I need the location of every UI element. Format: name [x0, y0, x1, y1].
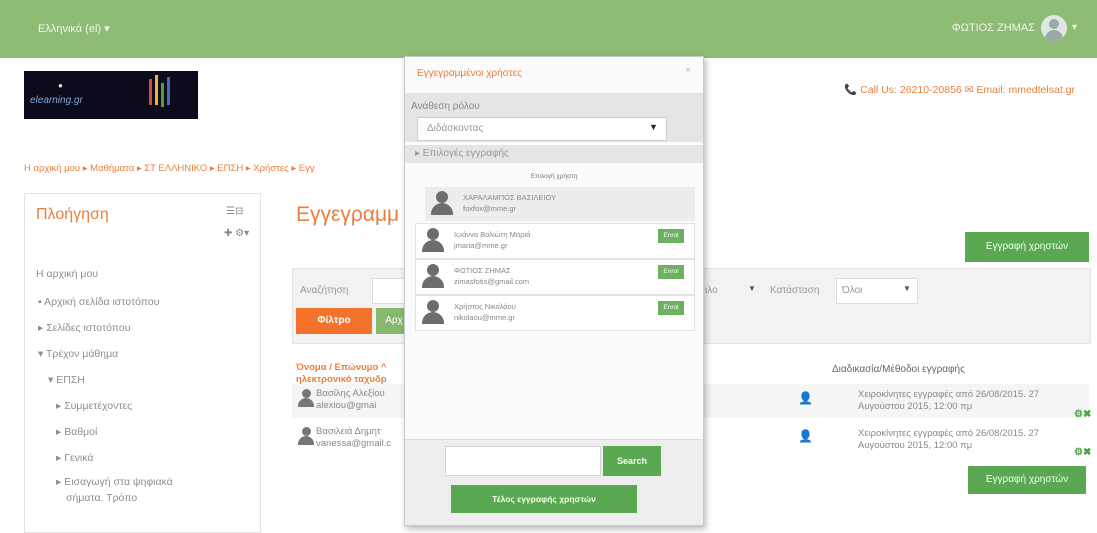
user-avatar — [298, 389, 314, 407]
nav-item-current-course[interactable]: ▾ Τρέχον μάθημα — [38, 348, 118, 360]
page-title: Εγγεγραμμ — [296, 203, 400, 226]
dialog-title: Εγγεγραμμένοι χρήστες — [417, 68, 523, 79]
user-name[interactable]: Βασίλης Αλεξίου — [316, 388, 385, 399]
status-select-value: Όλοι — [842, 285, 863, 296]
nav-item-grades[interactable]: ▸ Βαθμοί — [56, 426, 97, 438]
role-filter-select[interactable]: ιλο — [705, 285, 718, 296]
user-email: foxfox@mme.gr — [463, 204, 517, 213]
user-icon: 👤 — [798, 391, 813, 405]
user-list-item[interactable]: Χρήστος Νικολάου nikolaou@mme.gr Enrol — [415, 295, 695, 331]
nav-item-site-pages[interactable]: ▸ Σελίδες ιστοτόπου — [38, 322, 130, 334]
enrol-method: Χειροκίνητες εγγραφές από 26/08/2015. 27 — [858, 428, 1040, 439]
role-label: Ανάθεση ρόλου — [411, 101, 480, 112]
enrol-date: Αυγούστου 2015, 12:00 πμ — [858, 440, 973, 451]
user-email: zimasfotis@gmail.com — [454, 277, 530, 286]
user-name[interactable]: Βασιλειά Δημητ — [316, 426, 381, 437]
enrol-method: Χειροκίνητες εγγραφές από 26/08/2015. 27 — [858, 389, 1040, 400]
chevron-down-icon: ▼ — [903, 284, 911, 293]
user-name: Χρήστος Νικολάου — [454, 302, 516, 311]
user-email: nikolaou@mme.gr — [454, 313, 515, 322]
user-avatar — [422, 228, 444, 252]
finish-enrolling-button[interactable]: Τέλος εγγραφής χρηστών — [451, 485, 637, 513]
dialog-search-input[interactable] — [445, 446, 601, 476]
user-email: alexiou@gmai — [316, 400, 377, 411]
enrol-button[interactable]: Enrol — [658, 265, 684, 279]
user-list-item[interactable]: ΦΩΤΙΟΣ ΖΗΜΑΣ zimasfotis@gmail.com Enrol — [415, 259, 695, 295]
search-button[interactable]: Search — [603, 446, 661, 476]
user-list-caption: Επιλογή χρήστη — [530, 173, 578, 180]
top-bar — [0, 0, 1097, 58]
contact-info: 📞 Call Us: 26210-20856 ✉ Email: mmedtels… — [844, 84, 1075, 96]
enrol-button[interactable]: Enrol — [658, 229, 684, 243]
user-name: ΦΩΤΙΟΣ ΖΗΜΑΣ — [454, 266, 511, 275]
edit-delete-icons[interactable]: ⚙✖ — [1074, 409, 1091, 420]
user-name: Ιωάννα Βολιώτη Μαριά — [454, 230, 531, 239]
search-label: Αναζήτηση — [300, 285, 349, 296]
user-name: ΧΑΡΑΛΑΜΠΟΣ ΒΑΣΙΛΕΙΟΥ — [463, 193, 557, 202]
enrol-button[interactable]: Enrol — [658, 301, 684, 315]
user-avatar — [422, 300, 444, 324]
edit-delete-icons[interactable]: ⚙✖ — [1074, 447, 1091, 458]
close-icon[interactable]: × — [685, 65, 691, 76]
nav-item-course[interactable]: ▾ ΕΠΣΗ — [48, 374, 85, 386]
dock-icon[interactable]: ☰⊟ — [226, 206, 243, 217]
user-email: vanessa@gmail.c — [316, 438, 392, 449]
user-email: jmaria@mme.gr — [454, 241, 508, 250]
avatar[interactable] — [1041, 15, 1067, 41]
column-header-name[interactable]: Όνομα / Επώνυμο ^ — [296, 362, 386, 373]
site-logo[interactable]: ● elearning.gr — [24, 71, 198, 119]
user-list-item[interactable]: ΧΑΡΑΛΑΜΠΟΣ ΒΑΣΙΛΕΙΟΥ foxfox@mme.gr — [425, 187, 695, 221]
role-select-value: Διδάσκοντας — [427, 123, 484, 134]
breadcrumb[interactable]: Η αρχική μου ▸ Μαθήματα ▸ ΣΤ ΕΛΛΗΝΙΚΟ ▸ … — [24, 163, 315, 174]
chevron-down-icon: ▼ — [748, 284, 756, 293]
navigation-title: Πλοήγηση — [36, 206, 109, 223]
user-icon: 👤 — [798, 429, 813, 443]
user-menu-name[interactable]: ΦΩΤΙΟΣ ΖΗΜΑΣ — [952, 22, 1035, 34]
block-actions-icon[interactable]: ✚ ⚙▾ — [224, 228, 249, 239]
language-menu[interactable]: Ελληνικά (el) ▾ — [38, 22, 110, 35]
nav-item-home[interactable]: Η αρχική μου — [36, 268, 98, 280]
enrol-options-link[interactable]: ▸ Επιλογές εγγραφής — [415, 148, 509, 159]
nav-item-topic[interactable]: ▸ Εισαγωγή στα ψηφιακά — [56, 476, 173, 488]
enrol-users-button[interactable]: Εγγραφή χρηστών — [965, 232, 1089, 262]
nav-item-general[interactable]: ▸ Γενικά — [56, 452, 93, 464]
enrol-users-dialog: Εγγεγραμμένοι χρήστες × Ανάθεση ρόλου Δι… — [404, 56, 704, 526]
logo-text: elearning.gr — [30, 95, 83, 106]
user-avatar — [298, 427, 314, 445]
nav-item-participants[interactable]: ▸ Συμμετέχοντες — [56, 400, 132, 412]
filter-button[interactable]: Φίλτρο — [296, 308, 372, 334]
chevron-down-icon[interactable]: ▾ — [1072, 22, 1077, 33]
column-header-methods: Διαδικασία/Μέθοδοι εγγραφής — [832, 364, 965, 375]
status-label: Κατάσταση — [770, 285, 820, 296]
nav-item-topic-cont[interactable]: σήματα. Τρόπο — [66, 492, 137, 504]
user-avatar — [431, 191, 453, 215]
chevron-down-icon: ▼ — [649, 122, 658, 132]
enrol-users-button-bottom[interactable]: Εγγραφή χρηστών — [968, 466, 1086, 494]
nav-item-site-home[interactable]: ▪ Αρχική σελίδα ιστοτόπου — [38, 296, 159, 308]
user-avatar — [422, 264, 444, 288]
user-list-item[interactable]: Ιωάννα Βολιώτη Μαριά jmaria@mme.gr Enrol — [415, 223, 695, 259]
enrol-date: Αυγούστου 2015, 12:00 πμ — [858, 401, 973, 412]
